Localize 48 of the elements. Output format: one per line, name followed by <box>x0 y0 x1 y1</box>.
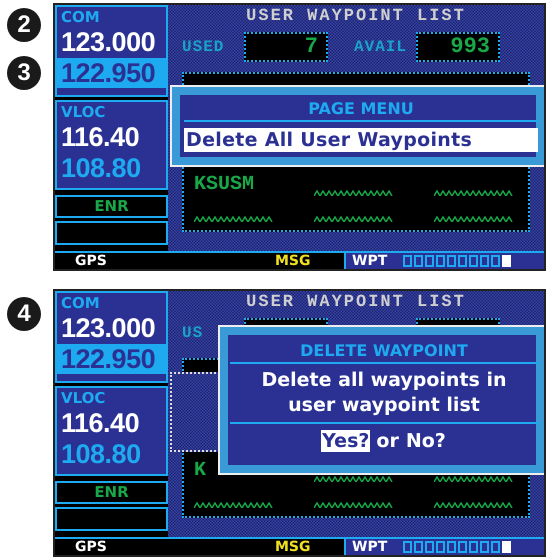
used-label: USED <box>182 38 226 56</box>
blank-field-icon <box>314 502 394 508</box>
status-text: GPS <box>75 253 108 269</box>
option-button[interactable]: Yes? <box>321 430 370 452</box>
message-indicator: MSG <box>275 253 312 269</box>
step-number: 3 <box>7 56 41 90</box>
menu-item[interactable]: Delete All User Waypoints <box>184 128 538 152</box>
blank-field-icon <box>194 502 274 508</box>
used-field: 7 <box>244 32 328 62</box>
page-title: USER WAYPOINT LIST <box>246 7 466 26</box>
blank-field-icon <box>314 216 394 222</box>
page-title: USER WAYPOINT LIST <box>246 293 466 312</box>
status-text: GPS <box>75 539 108 555</box>
used-label: US <box>182 324 204 342</box>
message-indicator: MSG <box>275 539 312 555</box>
active-frequency: 116.40 <box>61 407 140 439</box>
mode-indicator: ENR <box>55 195 168 218</box>
step-number: 2 <box>7 8 41 42</box>
com-label: COM <box>61 9 101 26</box>
standby-frequency[interactable]: 122.950 <box>57 58 166 88</box>
active-frequency: 123.000 <box>61 312 156 344</box>
menu-title: PAGE MENU <box>184 95 538 122</box>
dialog-message: Delete all waypoints in user waypoint list <box>230 364 538 424</box>
blank-field-icon <box>314 476 394 482</box>
blank-field-icon <box>194 216 274 222</box>
avail-field: 993 <box>416 32 500 62</box>
option-button[interactable]: No? <box>404 430 447 452</box>
step-number: 4 <box>7 297 41 331</box>
blank-field-icon <box>434 476 514 482</box>
dialog-title: DELETE WAYPOINT <box>230 337 538 364</box>
com-label: COM <box>61 295 101 312</box>
vloc-label: VLOC <box>61 104 106 121</box>
option-joiner: or <box>376 430 399 452</box>
blank-field-icon <box>434 216 514 222</box>
standby-frequency: 108.80 <box>60 153 142 183</box>
blank-field-icon <box>434 190 514 196</box>
standby-frequency[interactable]: 122.950 <box>57 344 166 374</box>
active-frequency: 123.000 <box>61 26 156 58</box>
mode-indicator: ENR <box>55 481 168 504</box>
waypoint-name[interactable]: KSUSM <box>194 174 274 196</box>
avail-label: AVAIL <box>354 38 408 56</box>
vloc-label: VLOC <box>61 390 106 407</box>
page-group-name: WPT <box>352 253 388 269</box>
blank-field-icon <box>434 502 514 508</box>
active-frequency: 116.40 <box>61 121 140 153</box>
blank-field-icon <box>314 190 394 196</box>
standby-frequency: 108.80 <box>60 439 142 469</box>
page-group-name: WPT <box>352 539 388 555</box>
